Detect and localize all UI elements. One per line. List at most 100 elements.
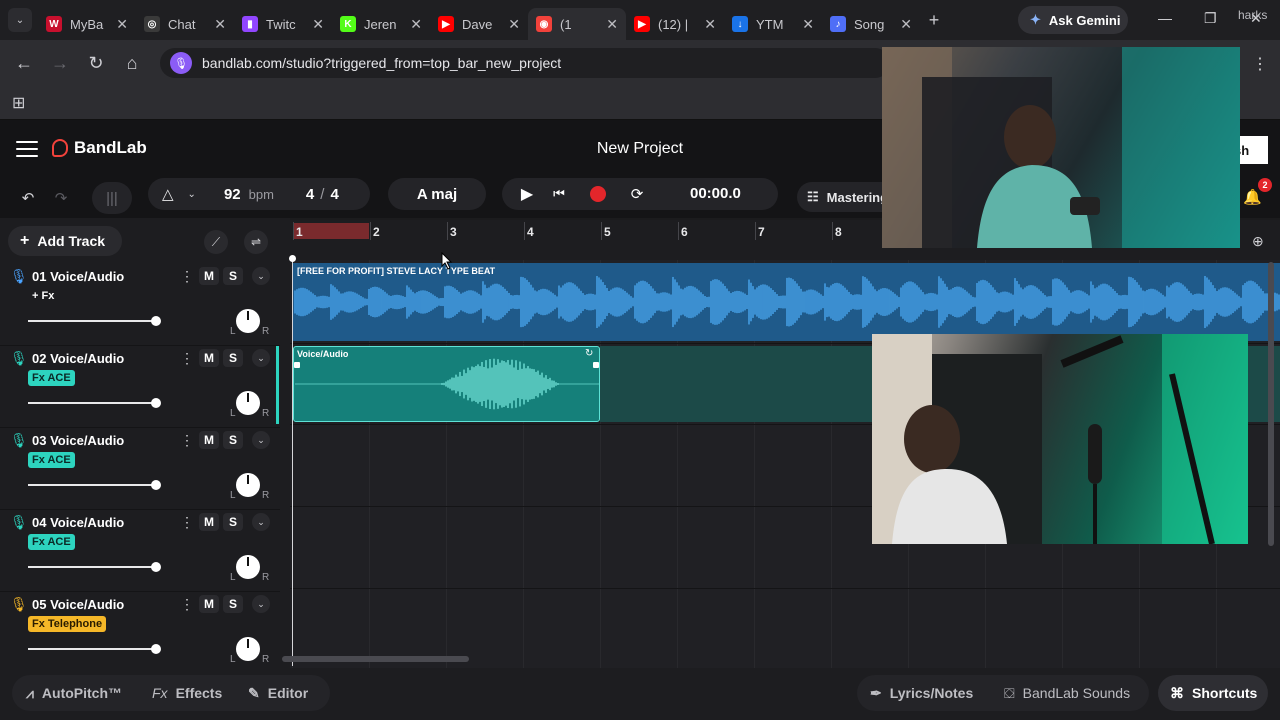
solo-button[interactable]: S <box>223 431 243 449</box>
lyrics-notes-button[interactable]: ✒ Lyrics/Notes <box>870 675 973 711</box>
chevron-down-icon[interactable]: ⌄ <box>252 349 270 367</box>
tab-close-icon[interactable]: ✕ <box>312 16 324 33</box>
autopitch-button[interactable]: ⩘ AutoPitch™ <box>26 675 122 711</box>
volume-slider[interactable] <box>28 484 156 486</box>
browser-tab[interactable]: ▮ Twitc ✕ <box>234 8 332 40</box>
loop-region[interactable] <box>293 223 369 239</box>
track-options-icon[interactable]: ⋮ <box>180 268 194 285</box>
chevron-down-icon[interactable]: ⌄ <box>252 267 270 285</box>
browser-tab[interactable]: ↓ YTM ✕ <box>724 8 822 40</box>
automation-icon[interactable]: ⟋ <box>204 230 228 254</box>
track-options-icon[interactable]: ⋮ <box>180 350 194 367</box>
browser-tab[interactable]: K Jeren ✕ <box>332 8 430 40</box>
redo-icon[interactable]: ↷ <box>48 185 74 211</box>
solo-button[interactable]: S <box>223 267 243 285</box>
browser-tab[interactable]: ♪ Song ✕ <box>822 8 920 40</box>
tab-close-icon[interactable]: ✕ <box>802 16 814 33</box>
fx-tag[interactable]: Fx ACE <box>28 370 75 386</box>
tab-close-icon[interactable]: ✕ <box>116 16 128 33</box>
tab-close-icon[interactable]: ✕ <box>410 16 422 33</box>
pan-knob[interactable] <box>236 555 260 579</box>
volume-slider-knob[interactable] <box>151 480 161 490</box>
home-icon[interactable]: ⌂ <box>114 53 150 74</box>
track-options-icon[interactable]: ⋮ <box>180 596 194 613</box>
browser-menu-icon[interactable]: ⋮ <box>1252 54 1268 74</box>
instrument-icon[interactable]: ||| <box>92 182 132 214</box>
browser-tab[interactable]: ▶ Dave ✕ <box>430 8 528 40</box>
minimize-icon[interactable]: — <box>1158 10 1172 26</box>
restore-icon[interactable]: ❐ <box>1204 10 1217 27</box>
track-name[interactable]: 02 Voice/Audio <box>32 351 124 366</box>
tab-close-icon[interactable]: ✕ <box>606 16 618 33</box>
undo-icon[interactable]: ↶ <box>15 185 41 211</box>
playhead-handle[interactable] <box>289 255 296 262</box>
track-name[interactable]: 03 Voice/Audio <box>32 433 124 448</box>
browser-tab[interactable]: W MyBa ✕ <box>38 8 136 40</box>
address-bar[interactable]: 🎙 bandlab.com/studio?triggered_from=top_… <box>160 48 890 78</box>
metronome-icon[interactable]: △ <box>162 185 174 203</box>
horizontal-scrollbar[interactable] <box>282 656 469 662</box>
tab-close-icon[interactable]: ✕ <box>704 16 716 33</box>
time-signature-denominator[interactable]: 4 <box>330 186 338 203</box>
site-info-icon[interactable]: 🎙 <box>170 52 192 74</box>
volume-slider[interactable] <box>28 402 156 404</box>
metronome-dropdown-icon[interactable]: ⌄ <box>188 189 196 200</box>
solo-button[interactable]: S <box>223 513 243 531</box>
chevron-down-icon[interactable]: ⌄ <box>252 513 270 531</box>
clip-trim-handle-right[interactable] <box>593 362 599 368</box>
track-header[interactable]: 🎙 01 Voice/Audio ⋮ M S ⌄ + Fx L R <box>0 264 280 346</box>
track-options-icon[interactable]: ⋮ <box>180 514 194 531</box>
loop-icon[interactable]: ⟳ <box>624 181 650 207</box>
add-track-button[interactable]: + Add Track <box>8 226 122 256</box>
mute-button[interactable]: M <box>199 595 219 613</box>
solo-button[interactable]: S <box>223 595 243 613</box>
mastering-button[interactable]: ☷ Mastering <box>797 182 887 212</box>
zoom-icon[interactable]: ⊕ <box>1252 233 1264 250</box>
forward-icon[interactable]: → <box>42 53 78 74</box>
back-icon[interactable]: ← <box>6 53 42 74</box>
track-name[interactable]: 01 Voice/Audio <box>32 269 124 284</box>
solo-button[interactable]: S <box>223 349 243 367</box>
playhead[interactable] <box>292 256 293 666</box>
track-name[interactable]: 04 Voice/Audio <box>32 515 124 530</box>
return-to-start-icon[interactable]: ⏮ <box>546 181 572 207</box>
volume-slider-knob[interactable] <box>151 644 161 654</box>
effects-button[interactable]: Fx Effects <box>152 675 222 711</box>
vertical-scrollbar[interactable] <box>1268 262 1274 546</box>
track-header[interactable]: 🎙 02 Voice/Audio ⋮ M S ⌄ Fx ACE L R <box>0 346 280 428</box>
time-signature-numerator[interactable]: 4 <box>306 186 314 203</box>
tab-close-icon[interactable]: ✕ <box>214 16 226 33</box>
browser-tab[interactable]: ◉ (1 ✕ <box>528 8 626 40</box>
play-icon[interactable]: ▶ <box>514 181 540 207</box>
pan-knob[interactable] <box>236 637 260 661</box>
key-selector[interactable]: A maj <box>388 178 486 210</box>
fx-tag[interactable]: + Fx <box>28 288 58 304</box>
ask-gemini-button[interactable]: ✦ Ask Gemini <box>1018 6 1128 34</box>
fx-tag[interactable]: Fx ACE <box>28 452 75 468</box>
chevron-down-icon[interactable]: ⌄ <box>252 431 270 449</box>
reload-icon[interactable]: ↻ <box>78 53 114 74</box>
new-tab-button[interactable]: + <box>920 10 948 31</box>
browser-tab[interactable]: ▶ (12) | ✕ <box>626 8 724 40</box>
tab-close-icon[interactable]: ✕ <box>900 16 912 33</box>
track-settings-icon[interactable]: ⇌ <box>244 230 268 254</box>
volume-slider-knob[interactable] <box>151 316 161 326</box>
tab-search-button[interactable]: ⌄ <box>8 8 32 32</box>
pan-knob[interactable] <box>236 473 260 497</box>
pan-knob[interactable] <box>236 391 260 415</box>
record-icon[interactable] <box>590 186 606 202</box>
clip-loop-icon[interactable]: ↻ <box>585 348 593 359</box>
editor-button[interactable]: ✎ Editor <box>248 675 308 711</box>
track-header[interactable]: 🎙 05 Voice/Audio ⋮ M S ⌄ Fx Telephone L R <box>0 592 280 674</box>
track-header[interactable]: 🎙 04 Voice/Audio ⋮ M S ⌄ Fx ACE L R <box>0 510 280 592</box>
shortcuts-button[interactable]: ⌘ Shortcuts <box>1158 675 1268 711</box>
mute-button[interactable]: M <box>199 349 219 367</box>
volume-slider[interactable] <box>28 320 156 322</box>
mute-button[interactable]: M <box>199 431 219 449</box>
tab-close-icon[interactable]: ✕ <box>508 16 520 33</box>
mute-button[interactable]: M <box>199 513 219 531</box>
track-options-icon[interactable]: ⋮ <box>180 432 194 449</box>
browser-tab[interactable]: ◎ Chat ✕ <box>136 8 234 40</box>
chevron-down-icon[interactable]: ⌄ <box>252 595 270 613</box>
volume-slider-knob[interactable] <box>151 398 161 408</box>
